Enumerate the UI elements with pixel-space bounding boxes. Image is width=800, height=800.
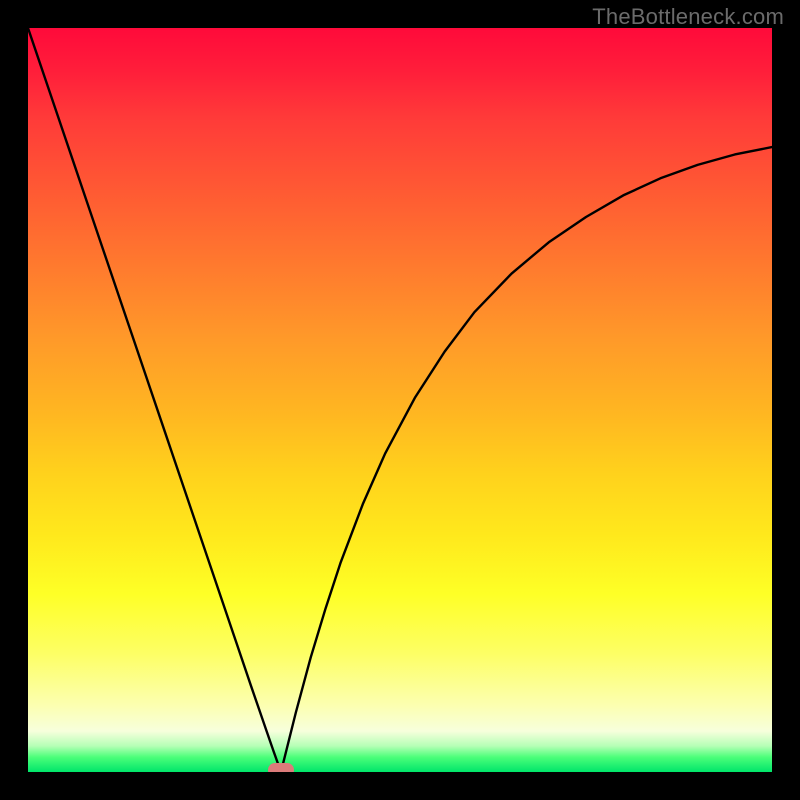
chart-frame: TheBottleneck.com [0,0,800,800]
plot-area [28,28,772,772]
curve-path [28,28,772,772]
optimum-marker [268,763,294,772]
watermark-text: TheBottleneck.com [592,4,784,30]
bottleneck-curve [28,28,772,772]
